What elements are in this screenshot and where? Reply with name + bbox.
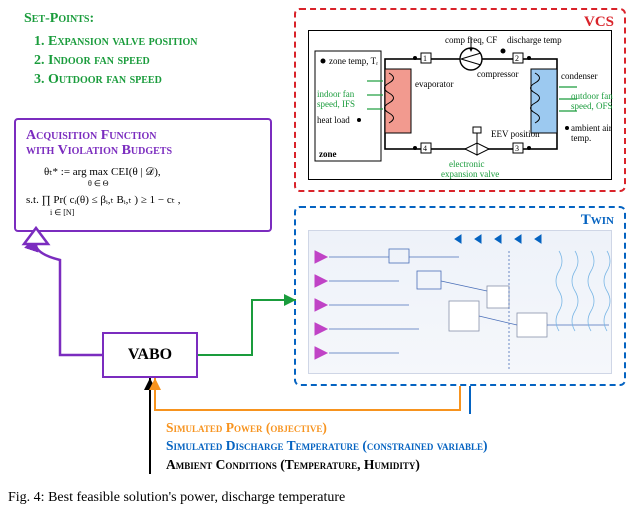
- vcs-panel: VCS zone zone temp, Tᵣ evaporator indoor…: [294, 8, 626, 192]
- vcs-svg: zone zone temp, Tᵣ evaporator indoor fan…: [309, 31, 617, 183]
- setpoint-1: Expansion valve position: [48, 33, 304, 52]
- setpoints-block: Set-Points: Expansion valve position Ind…: [24, 10, 304, 90]
- svg-text:3: 3: [515, 144, 519, 153]
- signal-ambient-label: Ambient Conditions (Temperature, Humidit…: [166, 457, 420, 473]
- setpoint-2: Indoor fan speed: [48, 52, 304, 71]
- setpoints-list: Expansion valve position Indoor fan spee…: [24, 33, 304, 90]
- compressor-label: compressor: [477, 69, 519, 79]
- heat-load-label: heat load: [317, 115, 350, 125]
- acq-line2: s.t. ∏ Pr( cᵢ(θ) ≤ βᵢ,ₜ Bᵢ,ₜ ) ≥ 1 − cₜ …: [26, 193, 260, 207]
- indoor-fan-label: indoor fan: [317, 89, 355, 99]
- eev-label: electronic: [449, 159, 484, 169]
- acq-line1: θₜ* := arg max CEI(θ | 𝒟),: [44, 165, 260, 179]
- zone-temp-label: zone temp, Tᵣ: [329, 56, 378, 66]
- figure-caption: Fig. 4: Best feasible solution's power, …: [8, 490, 632, 506]
- twin-label: Twin: [581, 212, 614, 229]
- acq-math: θₜ* := arg max CEI(θ | 𝒟), θ ∈ Θ s.t. ∏ …: [26, 165, 260, 218]
- twin-simulink-image: [308, 230, 612, 374]
- acq-line1-sub: θ ∈ Θ: [88, 179, 260, 189]
- svg-text:speed, IFS: speed, IFS: [317, 99, 355, 109]
- condenser-label: condenser: [561, 71, 597, 81]
- outdoor-fan-label: outdoor fan: [571, 91, 613, 101]
- acq-line2-sub: i ∈ [N]: [50, 208, 260, 218]
- svg-text:2: 2: [515, 54, 519, 63]
- svg-text:ambient air: ambient air: [571, 123, 612, 133]
- evaporator-label: evaporator: [415, 79, 453, 89]
- acq-title-2: with Violation Budgets: [26, 143, 260, 158]
- svg-text:4: 4: [423, 144, 427, 153]
- signal-power-label: Simulated Power (objective): [166, 420, 327, 436]
- zone-text: zone: [319, 149, 337, 159]
- signal-dtemp-label: Simulated Discharge Temperature (constra…: [166, 438, 488, 454]
- vcs-label: VCS: [584, 14, 614, 31]
- setpoint-3: Outdoor fan speed: [48, 71, 304, 90]
- acq-title-1: Acquisition Function: [26, 128, 260, 143]
- svg-text:1: 1: [423, 54, 427, 63]
- twin-panel: Twin: [294, 206, 626, 386]
- svg-text:temp.: temp.: [571, 133, 591, 143]
- vabo-node: VABO: [102, 332, 198, 378]
- acquisition-box: Acquisition Function with Violation Budg…: [14, 118, 272, 232]
- discharge-temp-label: discharge temp: [507, 35, 562, 45]
- vcs-schematic: zone zone temp, Tᵣ evaporator indoor fan…: [308, 30, 612, 180]
- svg-text:expansion valve: expansion valve: [441, 169, 499, 179]
- eev-pos-label: EEV position: [491, 129, 540, 139]
- setpoints-heading: Set-Points:: [24, 10, 304, 29]
- vabo-label: VABO: [128, 346, 172, 364]
- svg-text:speed, OFS: speed, OFS: [571, 101, 613, 111]
